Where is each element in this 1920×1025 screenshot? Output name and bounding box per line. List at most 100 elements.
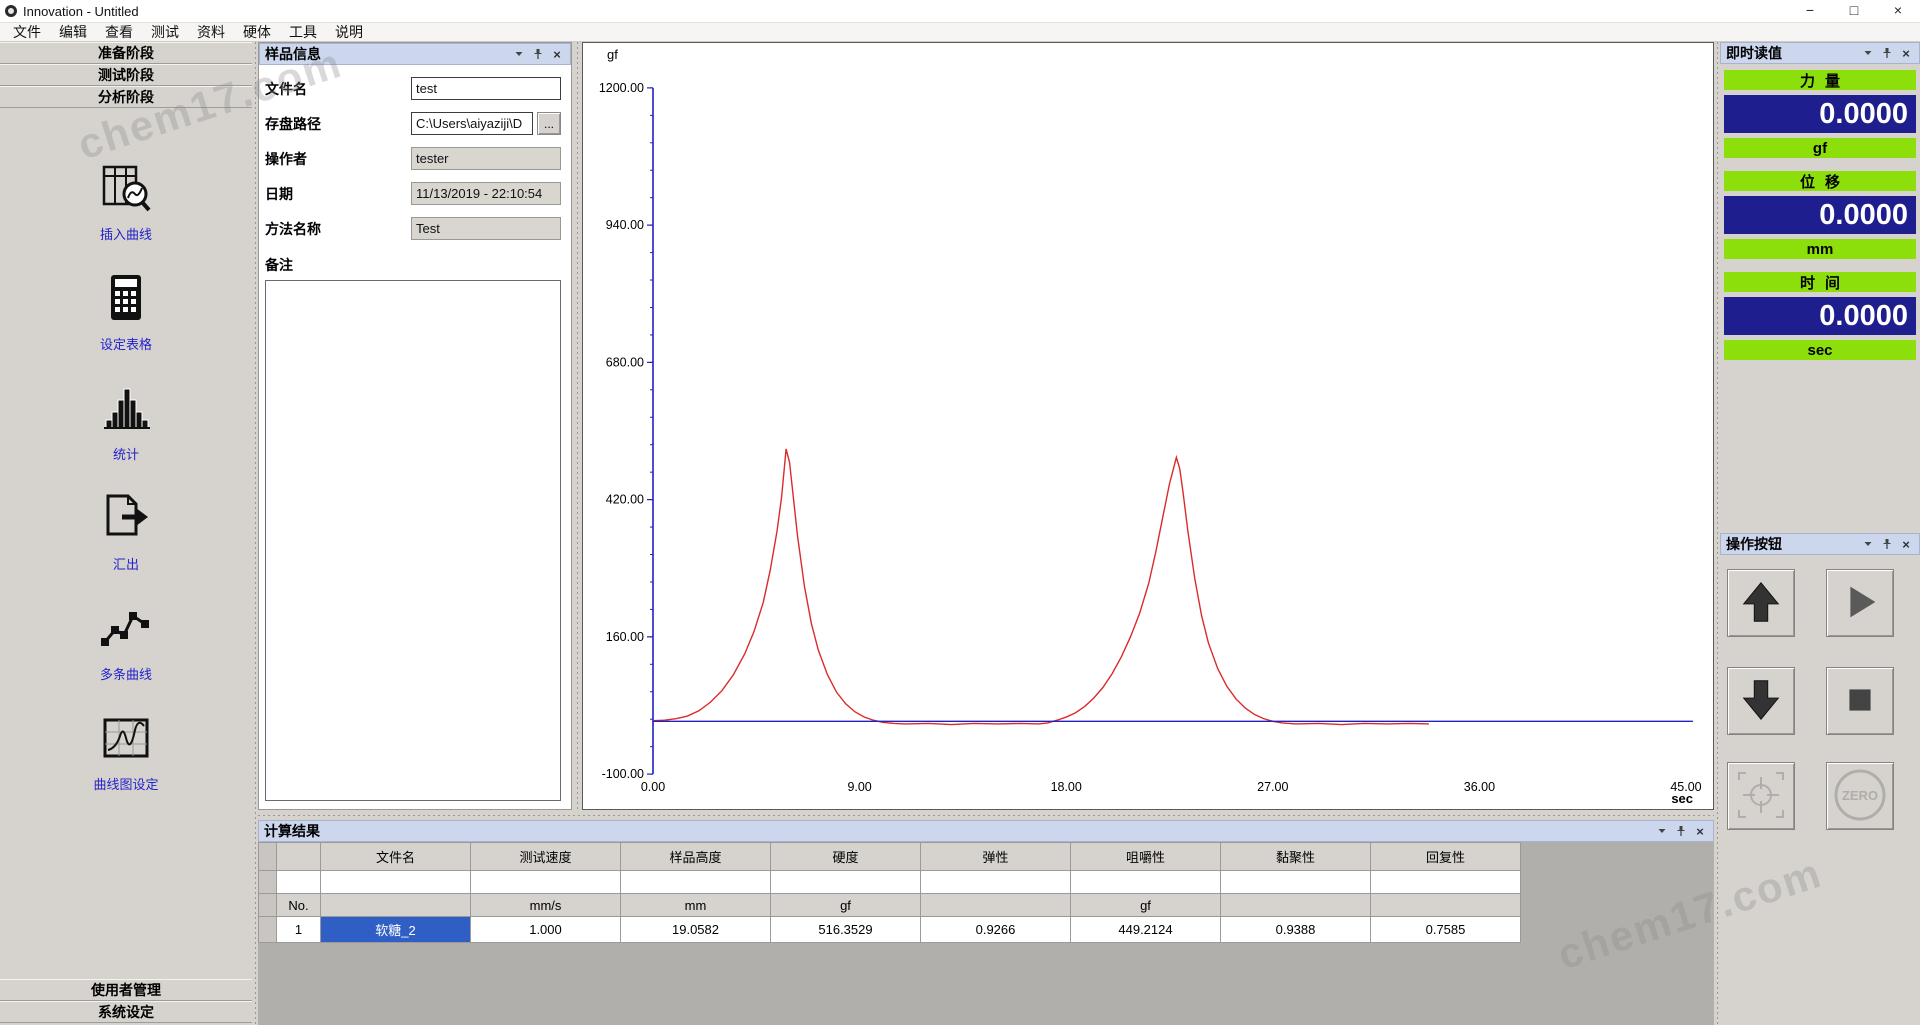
unit-header — [321, 894, 471, 917]
stage-header-analysis[interactable]: 分析阶段 — [0, 86, 252, 108]
stage-header-test[interactable]: 测试阶段 — [0, 64, 252, 86]
data-cell[interactable]: 0.7585 — [1371, 917, 1521, 943]
zero-button[interactable]: ZERO — [1826, 762, 1894, 830]
menu-item[interactable]: 编辑 — [50, 23, 96, 42]
x-tick-label: 18.00 — [1051, 780, 1082, 794]
field-row: 操作者 — [265, 141, 563, 176]
results-panel-titlebar: 计算结果 × — [258, 820, 1714, 842]
y-tick-label: -100.00 — [602, 767, 644, 781]
data-cell[interactable]: 449.2124 — [1071, 917, 1221, 943]
no-header: No. — [277, 894, 321, 917]
pin-icon[interactable] — [530, 46, 546, 62]
controls-panel-title: 操作按钮 — [1726, 534, 1782, 554]
field-row: 日期 — [265, 176, 563, 211]
export-icon — [100, 492, 152, 549]
tool-insert-curve[interactable]: 插入曲线 — [46, 146, 206, 256]
column-header[interactable]: 文件名 — [321, 843, 471, 871]
jog-down-button[interactable] — [1727, 667, 1795, 735]
date-input[interactable] — [411, 182, 561, 205]
menu-item[interactable]: 工具 — [280, 23, 326, 42]
data-cell[interactable]: 0.9266 — [921, 917, 1071, 943]
tool-set-table[interactable]: 设定表格 — [46, 256, 206, 366]
sample-panel-titlebar: 样品信息 × — [259, 43, 571, 65]
menu-item[interactable]: 硬体 — [234, 23, 280, 42]
operator-input[interactable] — [411, 147, 561, 170]
pin-icon[interactable] — [1673, 823, 1689, 839]
close-icon[interactable]: × — [549, 46, 565, 62]
chevron-down-icon[interactable] — [511, 46, 527, 62]
tool-multi-curve[interactable]: 多条曲线 — [46, 586, 206, 696]
unit-header: gf — [771, 894, 921, 917]
readout-unit: gf — [1724, 138, 1916, 158]
run-button[interactable] — [1826, 569, 1894, 637]
window-title: Innovation - Untitled — [23, 4, 139, 19]
filename-input[interactable] — [411, 77, 561, 100]
tool-curve-settings[interactable]: 曲线图设定 — [46, 696, 206, 806]
save-path-input[interactable] — [411, 112, 533, 135]
close-icon[interactable]: × — [1898, 536, 1914, 552]
user-management-header[interactable]: 使用者管理 — [0, 979, 252, 1001]
window-controls: − □ × — [1788, 0, 1920, 22]
column-header[interactable]: 回复性 — [1371, 843, 1521, 871]
splitter[interactable] — [258, 810, 1714, 820]
chevron-down-icon[interactable] — [1654, 823, 1670, 839]
column-header[interactable]: 咀嚼性 — [1071, 843, 1221, 871]
y-tick-label: 940.00 — [606, 218, 644, 232]
results-panel-title: 计算结果 — [264, 821, 320, 841]
data-cell[interactable]: 软糖_2 — [321, 917, 471, 943]
method-name-input[interactable] — [411, 217, 561, 240]
play-icon — [1835, 577, 1885, 630]
notes-textarea[interactable] — [265, 280, 561, 801]
data-cell[interactable]: 1.000 — [471, 917, 621, 943]
column-header[interactable]: 硬度 — [771, 843, 921, 871]
column-header[interactable]: 测试速度 — [471, 843, 621, 871]
tool-label: 设定表格 — [100, 334, 152, 353]
stage-header-prepare[interactable]: 准备阶段 — [0, 42, 252, 64]
stop-icon — [1835, 675, 1885, 728]
column-header[interactable]: 黏聚性 — [1221, 843, 1371, 871]
data-cell[interactable]: 516.3529 — [771, 917, 921, 943]
close-button[interactable]: × — [1876, 0, 1920, 22]
minimize-button[interactable]: − — [1788, 0, 1832, 22]
sample-panel-title: 样品信息 — [265, 44, 321, 64]
data-cell[interactable]: 0.9388 — [1221, 917, 1371, 943]
row-selector-cell[interactable] — [259, 917, 277, 943]
controls-panel-titlebar: 操作按钮 × — [1720, 533, 1920, 555]
jog-up-button[interactable] — [1727, 569, 1795, 637]
pin-icon[interactable] — [1879, 536, 1895, 552]
tool-statistics[interactable]: 统计 — [46, 366, 206, 476]
menu-item[interactable]: 测试 — [142, 23, 188, 42]
close-icon[interactable]: × — [1898, 45, 1914, 61]
chart-svg: gfsec1200.00940.00680.00420.00160.00-100… — [583, 43, 1713, 809]
column-header[interactable]: 弹性 — [921, 843, 1071, 871]
y-tick-label: 420.00 — [606, 493, 644, 507]
readout-label: 力量 — [1724, 70, 1916, 90]
menu-item[interactable]: 说明 — [326, 23, 372, 42]
pin-icon[interactable] — [1879, 45, 1895, 61]
menu-item[interactable]: 查看 — [96, 23, 142, 42]
maximize-button[interactable]: □ — [1832, 0, 1876, 22]
data-cell[interactable]: 19.0582 — [621, 917, 771, 943]
close-icon[interactable]: × — [1692, 823, 1708, 839]
y-tick-label: 1200.00 — [599, 81, 644, 95]
readout-unit: mm — [1724, 239, 1916, 259]
menu-item[interactable]: 文件 — [4, 23, 50, 42]
y-unit-label: gf — [607, 47, 618, 62]
column-header[interactable]: 样品高度 — [621, 843, 771, 871]
x-tick-label: 36.00 — [1464, 780, 1495, 794]
position-button[interactable] — [1727, 762, 1795, 830]
sidebar: 准备阶段 测试阶段 分析阶段 插入曲线 设定表格 统计 — [0, 42, 252, 1025]
chevron-down-icon[interactable] — [1860, 536, 1876, 552]
readout-value: 0.0000 — [1724, 196, 1916, 234]
browse-button[interactable]: ... — [537, 112, 561, 135]
tool-label: 多条曲线 — [100, 664, 152, 683]
blank-cell — [277, 871, 321, 894]
set-table-icon — [100, 272, 152, 329]
blank-cell — [621, 871, 771, 894]
stop-button[interactable] — [1826, 667, 1894, 735]
system-settings-header[interactable]: 系统设定 — [0, 1001, 252, 1023]
menu-item[interactable]: 资料 — [188, 23, 234, 42]
y-tick-label: 160.00 — [606, 630, 644, 644]
chevron-down-icon[interactable] — [1860, 45, 1876, 61]
tool-export[interactable]: 汇出 — [46, 476, 206, 586]
